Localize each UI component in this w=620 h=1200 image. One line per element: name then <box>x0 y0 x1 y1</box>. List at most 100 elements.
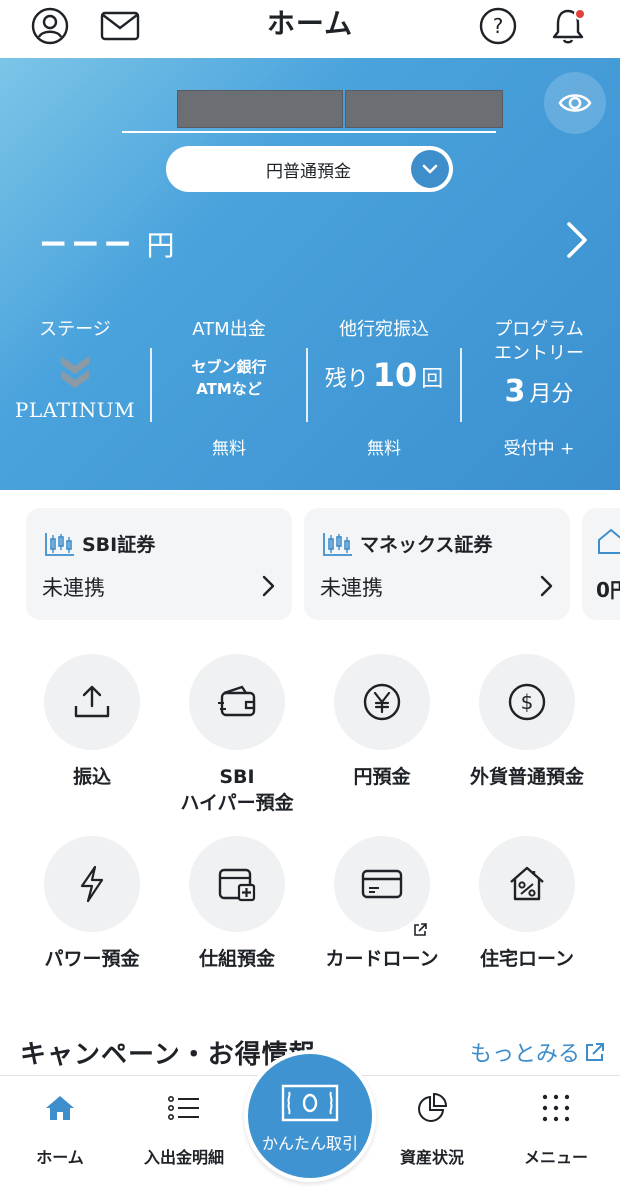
banknote-icon <box>281 1084 339 1122</box>
action-label: SBI ハイパー預金 <box>180 766 294 814</box>
program-label2: エントリー <box>494 343 584 364</box>
divider <box>150 348 152 422</box>
action-label: 仕組預金 <box>198 948 275 970</box>
action-label: 住宅ローン <box>479 948 575 970</box>
atm-sub2: ATMなど <box>196 380 262 398</box>
account-type-select[interactable]: 円普通預金 <box>166 146 453 192</box>
tab-label: 入出金明細 <box>143 1148 224 1167</box>
name-underline <box>122 131 496 133</box>
stage-chevron-icon <box>61 356 89 388</box>
tab-label: 資産状況 <box>399 1148 464 1167</box>
program-entry-info[interactable]: プログラム エントリー 3 月分 <box>472 318 606 409</box>
atm-fee: 無料 <box>212 439 246 459</box>
securities-name: SBI証券 <box>82 534 156 556</box>
action-card-loan[interactable]: カードローン <box>310 836 454 972</box>
transfer-label: 他行宛振込 <box>339 319 429 340</box>
stage-info[interactable]: ステージ PLATINUM <box>14 318 136 422</box>
tab-label: メニュー <box>523 1148 588 1167</box>
action-structured-deposit[interactable]: 仕組預金 <box>165 836 309 972</box>
home-icon <box>46 1096 74 1120</box>
more-link[interactable]: もっとみる <box>470 1036 606 1068</box>
notification-dot <box>574 8 586 20</box>
account-type-label: 円普通預金 <box>266 161 351 182</box>
grid-menu-icon <box>542 1094 570 1122</box>
masked-account-name <box>177 90 343 128</box>
action-label: 円預金 <box>353 766 411 788</box>
more-link-label: もっとみる <box>469 1042 580 1067</box>
program-count: 3 <box>504 374 526 409</box>
quick-transaction-button[interactable]: かんたん取引 <box>244 1050 376 1182</box>
masked-account-number <box>345 90 503 128</box>
page-title: ホーム <box>266 7 354 40</box>
transfer-info[interactable]: 他行宛振込 残り 10 回 <box>316 318 452 394</box>
list-icon <box>167 1095 199 1120</box>
atm-sub1: セブン銀行 <box>191 358 267 376</box>
house-percent-icon <box>598 528 620 554</box>
action-foreign-deposit[interactable]: $ 外貨普通預金 <box>455 654 599 790</box>
external-link-icon <box>586 1043 604 1061</box>
tab-menu[interactable]: メニュー <box>496 1092 616 1168</box>
help-icon[interactable]: ? <box>478 6 518 46</box>
app-header: ホーム ? <box>0 0 620 58</box>
candlestick-icon <box>45 532 74 556</box>
card-icon <box>361 869 403 899</box>
securities-card-sbi[interactable]: SBI証券 未連携 <box>26 508 292 620</box>
balance-currency: 円 <box>146 229 175 262</box>
yen-icon <box>363 683 401 721</box>
transfer-suffix: 回 <box>421 367 444 392</box>
tab-history[interactable]: 入出金明細 <box>124 1092 244 1168</box>
tab-label: ホーム <box>36 1148 84 1167</box>
eye-icon <box>558 94 592 112</box>
transfer-prefix: 残り <box>324 367 369 392</box>
securities-card-monex[interactable]: マネックス証券 未連携 <box>304 508 570 620</box>
securities-status: 0円 <box>596 578 620 602</box>
candlestick-icon <box>323 532 352 556</box>
securities-card-partial[interactable]: 0円 <box>582 508 620 620</box>
bolt-icon <box>80 865 104 903</box>
transfer-count: 10 <box>372 356 418 394</box>
house-percent-icon <box>510 866 544 901</box>
action-label: パワー預金 <box>44 948 140 970</box>
chevron-right-icon[interactable] <box>560 218 594 262</box>
account-summary-panel: 円普通預金 −−− 円 ステージ PLATINUM ATM出金 セブン銀行 AT… <box>0 58 620 490</box>
pie-chart-icon <box>418 1092 448 1122</box>
program-label1: プログラム <box>494 319 584 340</box>
program-suffix: 月分 <box>529 382 574 407</box>
divider <box>460 348 462 422</box>
chevron-right-icon <box>262 575 275 597</box>
tab-label: かんたん取引 <box>261 1134 358 1153</box>
securities-status: 未連携 <box>320 576 383 600</box>
tab-assets[interactable]: 資産状況 <box>372 1092 492 1168</box>
chevron-down-icon <box>411 150 449 188</box>
atm-info[interactable]: ATM出金 セブン銀行 ATMなど <box>164 318 294 400</box>
action-label: 外貨普通預金 <box>469 766 584 788</box>
action-hyper-deposit[interactable]: SBI ハイパー預金 <box>165 654 309 816</box>
external-link-icon <box>414 923 427 936</box>
svg-text:$: $ <box>521 690 534 714</box>
action-housing-loan[interactable]: 住宅ローン <box>455 836 599 972</box>
action-label: 振込 <box>72 766 111 788</box>
securities-status: 未連携 <box>42 576 105 600</box>
action-transfer[interactable]: 振込 <box>20 654 164 790</box>
transfer-fee: 無料 <box>367 439 401 459</box>
action-yen-deposit[interactable]: 円預金 <box>310 654 454 790</box>
stage-label: ステージ <box>39 319 111 340</box>
wallet-plus-icon <box>218 868 256 902</box>
svg-text:?: ? <box>493 14 504 38</box>
divider <box>306 348 308 422</box>
bell-icon[interactable] <box>548 6 588 46</box>
balance-display: −−− 円 <box>38 226 175 262</box>
program-status[interactable]: 受付中 + <box>472 434 606 459</box>
stage-name: PLATINUM <box>14 398 136 422</box>
atm-label: ATM出金 <box>192 319 266 340</box>
action-power-deposit[interactable]: パワー預金 <box>20 836 164 972</box>
wallet-icon <box>218 685 256 717</box>
action-label: カードローン <box>325 948 439 970</box>
securities-name: マネックス証券 <box>360 534 493 556</box>
visibility-toggle-button[interactable] <box>544 72 606 134</box>
upload-icon <box>74 685 110 718</box>
balance-amount: −−− <box>38 223 135 264</box>
chevron-right-icon <box>540 575 553 597</box>
dollar-icon: $ <box>508 683 546 721</box>
tab-home[interactable]: ホーム <box>0 1092 120 1168</box>
